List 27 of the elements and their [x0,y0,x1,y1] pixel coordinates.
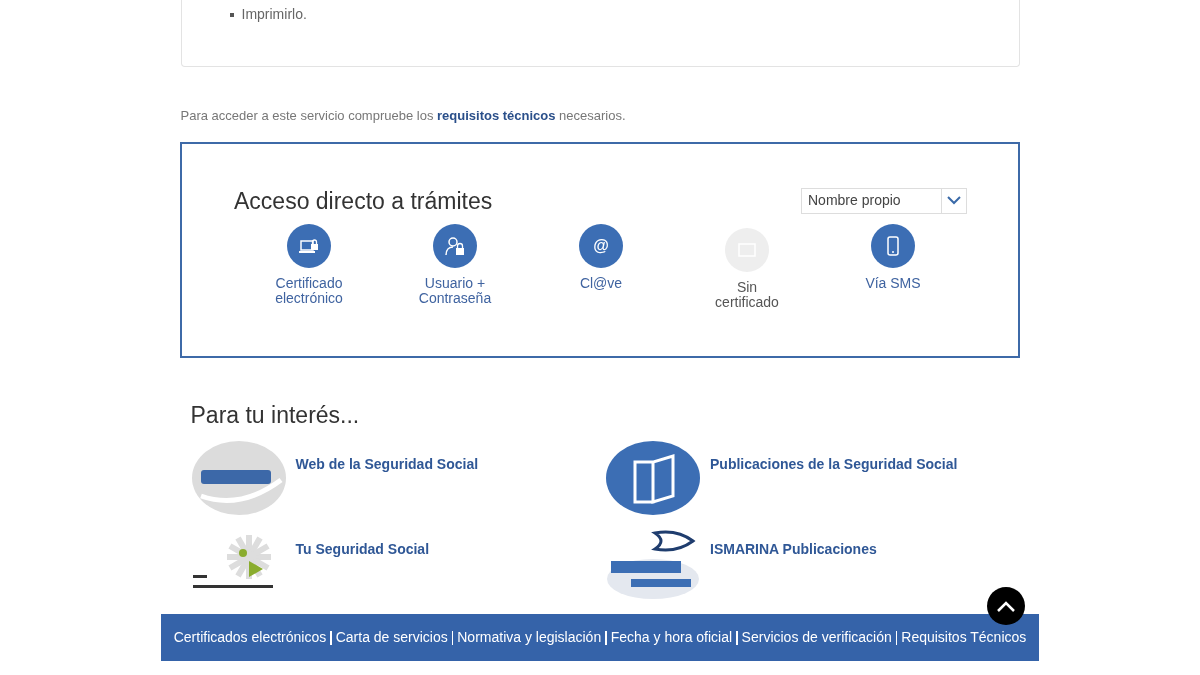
name-select[interactable]: Nombre propio [801,187,967,214]
access-method-button[interactable]: Certificado electrónico [236,224,382,310]
laptop-lock-icon [299,237,319,255]
access-method-button[interactable]: @ Cl@ve [528,224,674,310]
interest-link[interactable]: Web de la Seguridad Social [295,454,479,475]
footer-link[interactable]: Carta de servicios [335,627,448,648]
phone-icon [887,236,899,256]
access-method-button[interactable]: Usuario + Contraseña [382,224,528,310]
requirements-note: Para acceder a este servicio compruebe los requisitos técnicos necesarios. [180,107,627,125]
footer-link[interactable]: Certificados electrónicos [173,627,327,648]
footer-link[interactable]: Normativa y legislación [457,627,602,648]
chevron-down-icon [947,196,961,206]
footer-link[interactable]: Requisitos Técnicos [901,627,1027,648]
at-sign-icon: @ [593,238,609,254]
list-item-text: Imprimirlo. [241,5,307,24]
panel-title: Acceso directo a trámites [234,186,493,216]
interest-link[interactable]: Tu Seguridad Social [295,539,430,560]
footer-link[interactable]: Servicios de verificación [741,627,892,648]
back-to-top-button[interactable] [987,587,1025,625]
interest-link[interactable]: Publicaciones de la Seguridad Social [710,454,958,475]
access-method-button[interactable]: Vía SMS [820,224,966,310]
footer-link[interactable]: Fecha y hora oficial [610,627,733,648]
user-lock-icon [444,235,466,257]
interest-title: Para tu interés... [190,400,361,430]
bullet-icon [229,12,234,17]
chevron-up-icon [996,600,1016,612]
interest-link[interactable]: ISMARINA Publicaciones [710,539,877,560]
